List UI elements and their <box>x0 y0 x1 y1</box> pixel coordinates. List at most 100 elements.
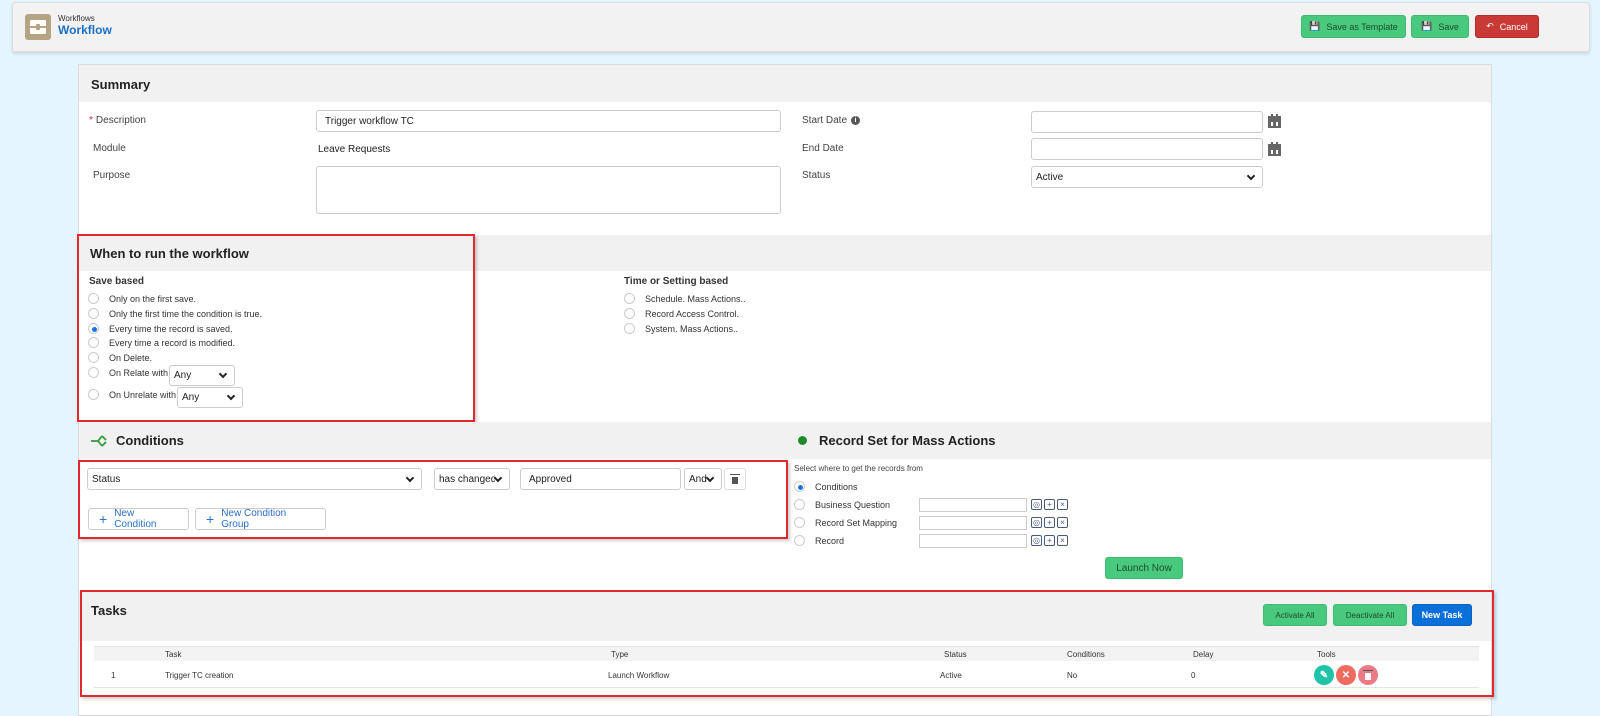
save-as-template-button[interactable]: 💾 Save as Template <box>1301 15 1406 38</box>
new-task-button[interactable]: New Task <box>1412 604 1472 626</box>
purpose-textarea[interactable] <box>316 166 781 214</box>
radio-button[interactable] <box>794 517 805 528</box>
business-question-input[interactable] <box>919 498 1027 512</box>
radio-button[interactable] <box>794 535 805 546</box>
condition-logic-value: And <box>689 473 707 485</box>
save-option-on-relate[interactable]: On Relate with <box>88 367 168 378</box>
description-label: * Description <box>89 115 146 126</box>
calendar-icon[interactable] <box>1268 114 1281 128</box>
chevron-down-icon <box>705 473 715 482</box>
unrelate-module-select[interactable]: Any <box>177 387 243 408</box>
required-mark: * <box>89 115 93 126</box>
column-header-type: Type <box>611 650 629 659</box>
workflow-form: Summary * Description Trigger workflow TC… <box>77 64 1494 716</box>
select-icon[interactable]: ◎ <box>1031 535 1042 546</box>
radio-label: Schedule. Mass Actions.. <box>645 293 746 304</box>
unrelate-select-value: Any <box>182 392 200 403</box>
activate-all-button[interactable]: Activate All <box>1263 604 1327 626</box>
task-type: Launch Workflow <box>608 671 670 680</box>
record-source-record-set-mapping[interactable]: Record Set Mapping <box>794 517 897 528</box>
radio-button-selected[interactable] <box>794 481 805 492</box>
launch-now-button[interactable]: Launch Now <box>1105 557 1183 579</box>
end-date-label: End Date <box>802 143 844 154</box>
record-set-mapping-input[interactable] <box>919 516 1027 530</box>
record-input[interactable] <box>919 534 1027 548</box>
radio-button-selected[interactable] <box>88 323 99 334</box>
delete-condition-button[interactable] <box>724 468 746 490</box>
chevron-down-icon <box>405 473 415 482</box>
clear-icon[interactable]: × <box>1057 499 1068 510</box>
condition-field-select[interactable]: Status <box>87 468 422 490</box>
new-condition-button[interactable]: + New Condition <box>88 508 189 530</box>
radio-label: System. Mass Actions.. <box>645 323 739 334</box>
start-date-input[interactable] <box>1031 111 1263 133</box>
radio-button[interactable] <box>88 308 99 319</box>
condition-value-input[interactable]: Approved <box>520 468 681 490</box>
radio-label: Only on the first save. <box>109 293 197 304</box>
condition-logic-select[interactable]: And <box>684 468 722 490</box>
chevron-down-icon <box>218 369 228 379</box>
create-icon[interactable]: + <box>1044 517 1055 528</box>
create-icon[interactable]: + <box>1044 499 1055 510</box>
radio-button[interactable] <box>624 323 635 334</box>
status-select-value: Active <box>1036 171 1064 183</box>
condition-operator-select[interactable]: has changed <box>434 468 510 490</box>
save-option-first-save[interactable]: Only on the first save. <box>88 293 196 304</box>
radio-label: Record Access Control. <box>645 308 740 319</box>
cancel-label: Cancel <box>1499 21 1528 32</box>
cancel-button[interactable]: ↶ Cancel <box>1475 15 1539 38</box>
radio-button[interactable] <box>88 389 99 400</box>
radio-label: On Unrelate with <box>109 389 177 400</box>
pencil-icon: ✎ <box>1319 669 1329 681</box>
create-icon[interactable]: + <box>1044 535 1055 546</box>
column-header-conditions: Conditions <box>1067 650 1105 659</box>
when-to-run-header: When to run the workflow <box>79 235 1491 271</box>
radio-label: Only the first time the condition is tru… <box>109 308 263 319</box>
record-source-conditions[interactable]: Conditions <box>794 481 858 492</box>
description-input[interactable]: Trigger workflow TC <box>316 110 781 132</box>
radio-button[interactable] <box>88 367 99 378</box>
tasks-header: Tasks Activate All Deactivate All New Ta… <box>79 591 1491 641</box>
page-title: Workflow <box>58 23 112 37</box>
save-button[interactable]: 💾 Save <box>1411 15 1469 38</box>
radio-button[interactable] <box>88 293 99 304</box>
column-header-status: Status <box>944 650 967 659</box>
record-source-record[interactable]: Record <box>794 535 844 546</box>
save-option-first-time-condition[interactable]: Only the first time the condition is tru… <box>88 308 262 319</box>
new-condition-group-button[interactable]: + New Condition Group <box>195 508 326 530</box>
time-option-record-access[interactable]: Record Access Control. <box>624 308 739 319</box>
start-date-label: Start Date i <box>802 115 861 126</box>
save-option-on-delete[interactable]: On Delete. <box>88 352 152 363</box>
breadcrumb[interactable]: Workflows <box>58 14 95 23</box>
edit-task-button[interactable]: ✎ <box>1314 665 1334 685</box>
save-option-every-save[interactable]: Every time the record is saved. <box>88 323 233 334</box>
calendar-icon[interactable] <box>1268 142 1281 156</box>
radio-button[interactable] <box>624 308 635 319</box>
time-option-system[interactable]: System. Mass Actions.. <box>624 323 738 334</box>
info-icon[interactable]: i <box>851 115 861 125</box>
radio-label: Business Question <box>815 499 891 510</box>
save-option-every-modify[interactable]: Every time a record is modified. <box>88 337 235 348</box>
time-option-schedule[interactable]: Schedule. Mass Actions.. <box>624 293 746 304</box>
radio-button[interactable] <box>624 293 635 304</box>
radio-button[interactable] <box>794 499 805 510</box>
clear-icon[interactable]: × <box>1057 535 1068 546</box>
radio-button[interactable] <box>88 352 99 363</box>
deactivate-all-button[interactable]: Deactivate All <box>1333 604 1407 626</box>
clear-icon[interactable]: × <box>1057 517 1068 528</box>
record-set-hexagon-icon <box>798 436 807 445</box>
select-icon[interactable]: ◎ <box>1031 517 1042 528</box>
status-select[interactable]: Active <box>1031 166 1263 188</box>
delete-task-button[interactable] <box>1358 665 1378 685</box>
new-condition-group-label: New Condition Group <box>221 508 287 530</box>
save-option-on-unrelate[interactable]: On Unrelate with <box>88 389 176 400</box>
task-status: Active <box>940 671 962 680</box>
select-icon[interactable]: ◎ <box>1031 499 1042 510</box>
record-source-business-question[interactable]: Business Question <box>794 499 890 510</box>
radio-button[interactable] <box>88 337 99 348</box>
radio-label: Record Set Mapping <box>815 517 898 528</box>
record-set-prompt: Select where to get the records from <box>794 464 923 473</box>
end-date-input[interactable] <box>1031 138 1263 160</box>
deactivate-task-button[interactable]: ✕ <box>1336 665 1356 685</box>
relate-module-select[interactable]: Any <box>169 365 235 386</box>
